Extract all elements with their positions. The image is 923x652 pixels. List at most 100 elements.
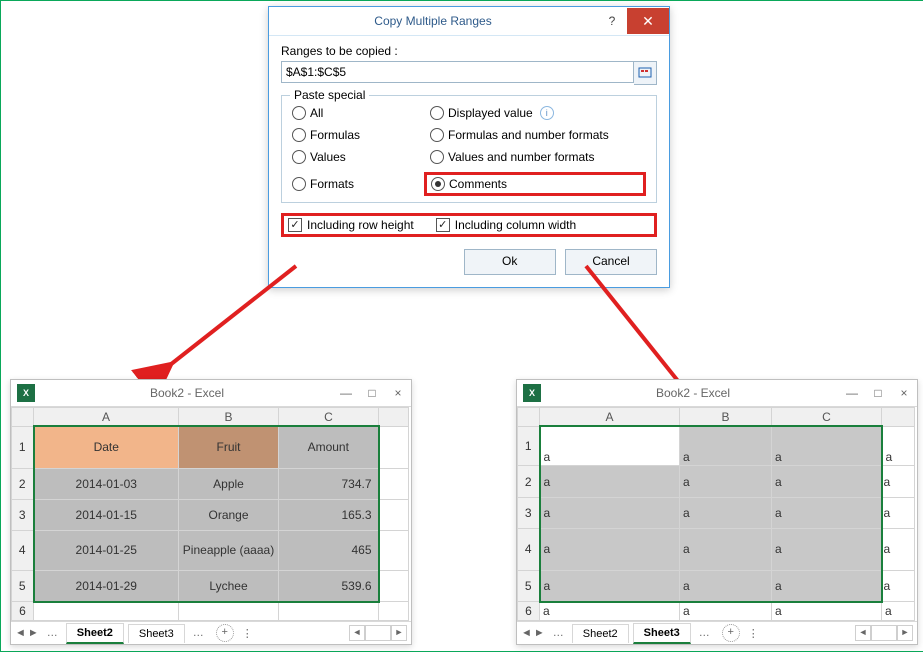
maximize-button[interactable]: □: [865, 386, 891, 400]
tab-nav[interactable]: ◄ ►: [521, 627, 545, 639]
cell[interactable]: 2014-01-15: [34, 499, 179, 530]
row-header[interactable]: 1: [518, 426, 540, 466]
cell[interactable]: a: [772, 497, 882, 528]
cell[interactable]: a: [540, 570, 680, 601]
cell[interactable]: [34, 602, 179, 621]
range-picker-button[interactable]: [634, 61, 657, 85]
column-header[interactable]: A: [540, 408, 680, 427]
cell[interactable]: [379, 426, 409, 468]
radio-values[interactable]: Values: [292, 150, 422, 164]
cell[interactable]: a: [772, 570, 882, 601]
cell[interactable]: Amount: [279, 426, 379, 468]
scroll-right-icon[interactable]: ►: [391, 625, 407, 641]
radio-values-number-formats[interactable]: Values and number formats: [430, 150, 646, 164]
scroll-left-icon[interactable]: ◄: [349, 625, 365, 641]
checkbox-include-row-height[interactable]: ✓ Including row height: [288, 218, 414, 232]
cell[interactable]: Date: [34, 426, 179, 468]
cell[interactable]: 2014-01-03: [34, 468, 179, 499]
close-button[interactable]: ✕: [627, 8, 669, 34]
radio-formulas-number-formats[interactable]: Formulas and number formats: [430, 128, 646, 142]
cell[interactable]: a: [540, 602, 680, 621]
cell[interactable]: [379, 499, 409, 530]
column-header[interactable]: [882, 408, 915, 427]
cell[interactable]: 465: [279, 531, 379, 571]
cell[interactable]: Lychee: [179, 570, 279, 601]
tab-overflow-icon[interactable]: …: [47, 627, 58, 639]
checkbox-include-column-width[interactable]: ✓ Including column width: [436, 218, 576, 232]
row-header[interactable]: 5: [12, 570, 34, 601]
radio-formulas[interactable]: Formulas: [292, 128, 422, 142]
row-header[interactable]: 2: [518, 466, 540, 497]
cell[interactable]: Fruit: [179, 426, 279, 468]
cell[interactable]: [179, 602, 279, 621]
cell[interactable]: a: [680, 426, 772, 466]
cell[interactable]: Apple: [179, 468, 279, 499]
scroll-right-icon[interactable]: ►: [897, 625, 913, 641]
ok-button[interactable]: Ok: [464, 249, 556, 275]
row-header[interactable]: 4: [518, 529, 540, 571]
new-sheet-button[interactable]: +: [216, 624, 234, 642]
cell[interactable]: [379, 570, 409, 601]
tab-nav-prev-icon[interactable]: ◄: [15, 627, 26, 639]
cell[interactable]: [279, 602, 379, 621]
column-header[interactable]: B: [179, 408, 279, 427]
sheet-tab-sheet3[interactable]: Sheet3: [128, 624, 185, 643]
row-header[interactable]: 1: [12, 426, 34, 468]
help-button[interactable]: ?: [597, 7, 627, 35]
cell[interactable]: 2014-01-25: [34, 531, 179, 571]
tab-overflow-icon[interactable]: …: [193, 627, 204, 639]
horizontal-scrollbar[interactable]: ◄ ►: [855, 625, 913, 641]
row-header[interactable]: 6: [12, 602, 34, 621]
row-header[interactable]: 3: [518, 497, 540, 528]
cell[interactable]: a: [882, 426, 915, 466]
row-header[interactable]: 4: [12, 531, 34, 571]
cell[interactable]: a: [882, 497, 915, 528]
maximize-button[interactable]: □: [359, 386, 385, 400]
cell[interactable]: a: [882, 466, 915, 497]
sheet-tab-sheet2[interactable]: Sheet2: [572, 624, 629, 643]
new-sheet-button[interactable]: +: [722, 624, 740, 642]
scroll-left-icon[interactable]: ◄: [855, 625, 871, 641]
cell[interactable]: Pineapple (aaaa): [179, 531, 279, 571]
tab-overflow-icon[interactable]: …: [553, 627, 564, 639]
tab-overflow-icon[interactable]: …: [699, 627, 710, 639]
radio-comments[interactable]: Comments: [424, 172, 646, 196]
cell[interactable]: a: [680, 497, 772, 528]
minimize-button[interactable]: —: [333, 386, 359, 400]
worksheet-grid[interactable]: A B C 1 Date Fruit Amount 2 2014-01-03 A…: [11, 407, 409, 621]
window-close-button[interactable]: ×: [385, 386, 411, 400]
column-header[interactable]: C: [279, 408, 379, 427]
tab-nav-prev-icon[interactable]: ◄: [521, 627, 532, 639]
tab-nav-next-icon[interactable]: ►: [534, 627, 545, 639]
radio-displayed-value[interactable]: Displayed value i: [430, 106, 646, 120]
dialog-titlebar[interactable]: Copy Multiple Ranges ? ✕: [269, 7, 669, 36]
radio-formats[interactable]: Formats: [292, 172, 422, 196]
column-header[interactable]: B: [680, 408, 772, 427]
cell[interactable]: 539.6: [279, 570, 379, 601]
sheet-tab-sheet2[interactable]: Sheet2: [66, 623, 124, 644]
worksheet-grid[interactable]: A B C 1 a a a a 2 a a a a 3 a: [517, 407, 915, 621]
column-header[interactable]: A: [34, 408, 179, 427]
cell[interactable]: a: [540, 497, 680, 528]
row-header[interactable]: 6: [518, 602, 540, 621]
select-all-corner[interactable]: [518, 408, 540, 427]
row-header[interactable]: 5: [518, 570, 540, 601]
cell[interactable]: 165.3: [279, 499, 379, 530]
cell[interactable]: a: [680, 466, 772, 497]
cell[interactable]: a: [882, 570, 915, 601]
excel-titlebar[interactable]: X Book2 - Excel — □ ×: [11, 380, 411, 407]
row-header[interactable]: 2: [12, 468, 34, 499]
cell[interactable]: a: [882, 529, 915, 571]
cell[interactable]: Orange: [179, 499, 279, 530]
window-close-button[interactable]: ×: [891, 386, 917, 400]
cell[interactable]: a: [772, 602, 882, 621]
column-header[interactable]: [379, 408, 409, 427]
cell[interactable]: a: [772, 426, 882, 466]
horizontal-scrollbar[interactable]: ◄ ►: [349, 625, 407, 641]
cell[interactable]: [379, 602, 409, 621]
sheet-tab-sheet3[interactable]: Sheet3: [633, 623, 691, 644]
excel-titlebar[interactable]: X Book2 - Excel — □ ×: [517, 380, 917, 407]
cell[interactable]: a: [680, 570, 772, 601]
cell[interactable]: a: [540, 529, 680, 571]
tab-nav[interactable]: ◄ ►: [15, 627, 39, 639]
